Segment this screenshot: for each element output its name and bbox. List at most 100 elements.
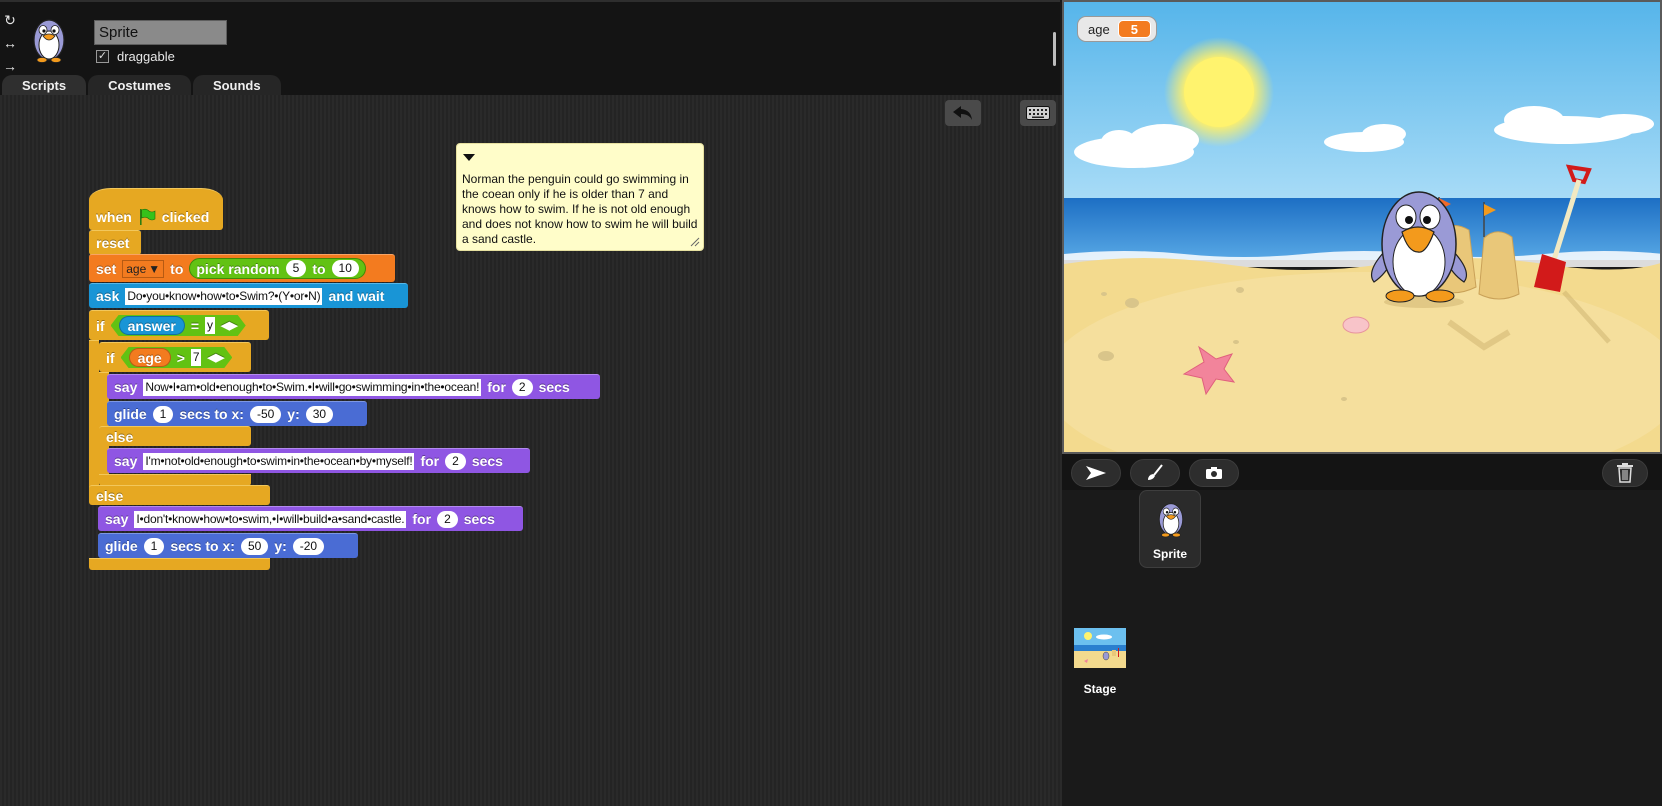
take-camera-picture-button[interactable] xyxy=(1189,459,1239,487)
trash-icon xyxy=(1617,463,1633,483)
random-to-input[interactable]: 10 xyxy=(331,260,359,277)
stage-label: Stage xyxy=(1083,682,1117,696)
keyboard-entry-button[interactable] xyxy=(1020,100,1056,126)
ask-label: ask xyxy=(96,288,120,304)
draggable-checkbox[interactable]: ✓ xyxy=(96,50,109,63)
tab-sounds[interactable]: Sounds xyxy=(192,75,281,97)
if-else-block-inner[interactable]: if age > 7 ◀▶ xyxy=(99,342,251,372)
set-variable-block[interactable]: set age ▼ to pick random 5 to 10 xyxy=(89,254,395,282)
glide-block-2[interactable]: glide 1 secs to x: 50 y: -20 xyxy=(98,533,358,558)
variadic-arrows-icon[interactable]: ◀▶ xyxy=(221,319,238,332)
camera-icon xyxy=(1206,467,1222,479)
say-for-label-1: for xyxy=(487,379,506,395)
random-to-label: to xyxy=(312,260,326,277)
say-secs-label-1: secs xyxy=(538,379,570,395)
script-comment[interactable]: Norman the penguin could go swimming in … xyxy=(456,143,704,251)
penguin-sprite[interactable] xyxy=(1364,182,1474,312)
else-text-outer: else xyxy=(96,487,124,504)
gt-value-input[interactable]: 7 xyxy=(191,349,201,366)
say-text-input-3[interactable]: I•don't•know•how•to•swim,•I•will•build•a… xyxy=(134,510,407,528)
glide-y-input-2[interactable]: -20 xyxy=(292,537,325,555)
keyboard-icon xyxy=(1026,106,1050,120)
draggable-label: draggable xyxy=(117,49,175,64)
say-secs-input-1[interactable]: 2 xyxy=(511,378,533,396)
glide-x-input-1[interactable]: -50 xyxy=(249,405,282,423)
editor-tabs: Scripts Costumes Sounds xyxy=(2,75,283,97)
undo-button[interactable] xyxy=(945,100,981,126)
resize-handle-icon[interactable] xyxy=(690,237,700,247)
glide-y-label-2: y: xyxy=(274,538,287,554)
glide-block-1[interactable]: glide 1 secs to x: -50 y: 30 xyxy=(107,401,367,426)
chevron-down-icon: ▼ xyxy=(148,261,161,276)
greater-than-block[interactable]: age > 7 ◀▶ xyxy=(121,347,233,368)
corral-sprite-item[interactable]: Sprite xyxy=(1139,490,1201,568)
collapse-arrow-icon[interactable] xyxy=(463,154,475,161)
age-reporter[interactable]: age xyxy=(129,348,171,367)
if-else-block-outer[interactable]: if answer = y ◀▶ xyxy=(89,310,269,340)
else-text-inner: else xyxy=(106,428,134,445)
stage-thumbnail[interactable] xyxy=(1074,628,1126,668)
age-variable-watcher[interactable]: age 5 xyxy=(1077,16,1157,42)
reset-block[interactable]: reset xyxy=(89,230,141,255)
pick-random-block[interactable]: pick random 5 to 10 xyxy=(189,258,366,279)
rotate-can-rotate-button[interactable]: ↻ xyxy=(2,12,18,28)
say-text-input-1[interactable]: Now•I•am•old•enough•to•Swim.•I•will•go•s… xyxy=(143,378,482,396)
if-outer-bottom xyxy=(89,558,270,570)
glide-label-1: glide xyxy=(114,406,147,422)
sprite-icon xyxy=(1158,503,1184,538)
say-secs-input-2[interactable]: 2 xyxy=(445,452,466,470)
if-label-outer: if xyxy=(96,317,105,334)
beach-backdrop xyxy=(1064,2,1660,452)
rotate-left-right-button[interactable]: ↔ xyxy=(2,35,18,51)
say-for-secs-block-3[interactable]: say I•don't•know•how•to•swim,•I•will•bui… xyxy=(98,506,523,531)
glide-secs-input-2[interactable]: 1 xyxy=(143,537,165,555)
paintbrush-icon xyxy=(1148,464,1163,480)
say-label-3: say xyxy=(105,511,129,527)
say-for-secs-block-1[interactable]: say Now•I•am•old•enough•to•Swim.•I•will•… xyxy=(107,374,600,399)
answer-reporter[interactable]: answer xyxy=(119,316,185,335)
set-label: set xyxy=(96,260,117,277)
glide-y-label-1: y: xyxy=(287,406,300,422)
gt-label: > xyxy=(176,349,185,366)
tab-costumes[interactable]: Costumes xyxy=(88,75,191,97)
sprite-corral: Sprite Stage xyxy=(1062,490,1662,806)
variable-dropdown-value: age xyxy=(126,261,147,276)
glide-secs-to-x-label-1: secs to x: xyxy=(179,406,244,422)
editor-scrollbar[interactable] xyxy=(1053,32,1056,66)
trash-button[interactable] xyxy=(1602,459,1648,487)
say-for-label-3: for xyxy=(412,511,432,527)
stage[interactable]: age 5 xyxy=(1062,0,1662,454)
ask-wait-label: and wait xyxy=(328,288,385,304)
say-for-label-2: for xyxy=(420,453,440,469)
when-flag-clicked-block[interactable]: when clicked xyxy=(89,188,223,230)
paint-new-sprite-button[interactable] xyxy=(1130,459,1180,487)
comment-text[interactable]: Norman the penguin could go swimming in … xyxy=(462,172,700,247)
hat-when-label: when xyxy=(96,208,132,225)
glide-x-input-2[interactable]: 50 xyxy=(240,537,269,555)
ask-question-input[interactable]: Do•you•know•how•to•Swim?•(Y•or•N) xyxy=(125,287,323,305)
ask-and-wait-block[interactable]: ask Do•you•know•how•to•Swim?•(Y•or•N) an… xyxy=(89,283,408,308)
equals-block[interactable]: answer = y ◀▶ xyxy=(111,315,246,336)
variable-dropdown[interactable]: age ▼ xyxy=(122,259,165,278)
glide-secs-input-1[interactable]: 1 xyxy=(152,405,174,423)
tab-scripts[interactable]: Scripts xyxy=(2,75,87,97)
sprite-name-input[interactable] xyxy=(94,20,227,45)
say-secs-input-3[interactable]: 2 xyxy=(437,510,458,528)
say-text-input-2[interactable]: I'm•not•old•enough•to•swim•in•the•ocean•… xyxy=(143,452,415,470)
say-label-1: say xyxy=(114,379,138,395)
glide-label-2: glide xyxy=(105,538,138,554)
say-secs-label-2: secs xyxy=(471,453,503,469)
say-secs-label-3: secs xyxy=(463,511,495,527)
say-for-secs-block-2[interactable]: say I'm•not•old•enough•to•swim•in•the•oc… xyxy=(107,448,530,473)
pick-random-label: pick random xyxy=(196,260,280,277)
variadic-arrows-icon[interactable]: ◀▶ xyxy=(207,351,224,364)
random-from-input[interactable]: 5 xyxy=(285,260,307,277)
green-flag-icon xyxy=(139,208,156,225)
add-turtle-sprite-button[interactable] xyxy=(1071,459,1121,487)
rotate-none-button[interactable]: → xyxy=(2,58,18,74)
watcher-value: 5 xyxy=(1117,20,1151,38)
if-label-inner: if xyxy=(106,349,115,366)
undo-icon xyxy=(953,106,972,120)
equals-value-input[interactable]: y xyxy=(205,317,215,334)
glide-y-input-1[interactable]: 30 xyxy=(305,405,334,423)
